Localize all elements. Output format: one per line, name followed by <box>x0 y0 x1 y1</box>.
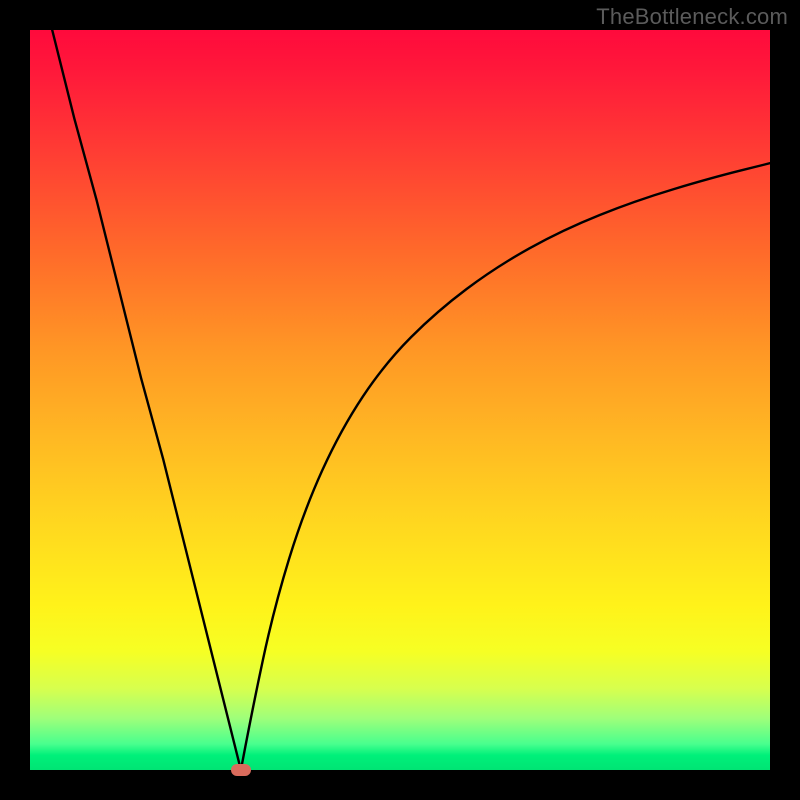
plot-area <box>30 30 770 770</box>
curve-right-branch <box>241 163 770 770</box>
watermark-text: TheBottleneck.com <box>596 4 788 30</box>
minimum-marker <box>231 764 251 776</box>
curve-svg <box>30 30 770 770</box>
chart-frame: TheBottleneck.com <box>0 0 800 800</box>
curve-left-branch <box>52 30 241 770</box>
